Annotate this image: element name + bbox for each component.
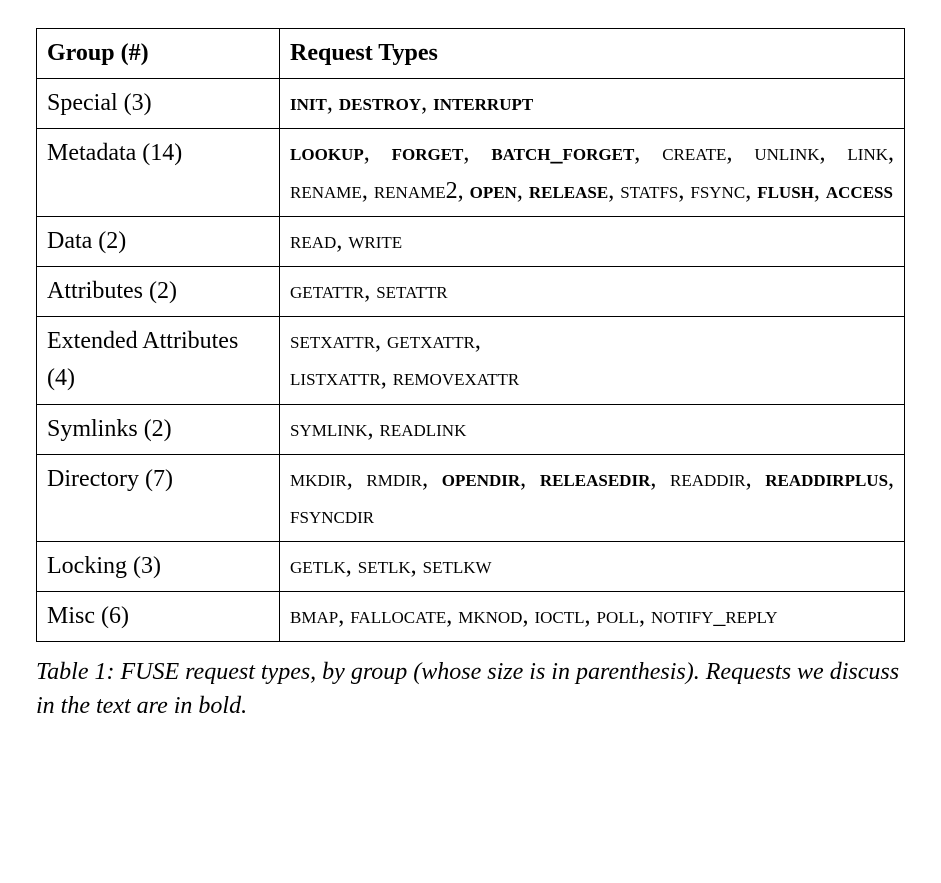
table-row: Symlinks (2)symlink, readlink (37, 404, 905, 454)
table-caption: Table 1: FUSE request types, by group (w… (36, 656, 905, 723)
fuse-request-types-table: Group (#) Request Types Special (3)init,… (36, 28, 905, 642)
header-group: Group (#) (37, 29, 280, 79)
types-cell: lookup, forget, batch_forget, create, un… (280, 129, 905, 216)
table-row: Directory (7)mkdir, rmdir, opendir, rele… (37, 454, 905, 541)
types-cell: init, destroy, interrupt (280, 79, 905, 129)
header-types: Request Types (280, 29, 905, 79)
table-body: Special (3)init, destroy, interruptMetad… (37, 79, 905, 642)
group-cell: Attributes (2) (37, 266, 280, 316)
table-row: Attributes (2)getattr, setattr (37, 266, 905, 316)
table-row: Special (3)init, destroy, interrupt (37, 79, 905, 129)
group-cell: Directory (7) (37, 454, 280, 541)
group-cell: Extended Attributes (4) (37, 317, 280, 404)
group-cell: Locking (3) (37, 542, 280, 592)
types-cell: getattr, setattr (280, 266, 905, 316)
table-row: Misc (6)bmap, fallocate, mknod, ioctl, p… (37, 592, 905, 642)
table-row: Data (2)read, write (37, 216, 905, 266)
types-cell: setxattr, getxattr, listxattr, removexat… (280, 317, 905, 404)
group-cell: Special (3) (37, 79, 280, 129)
table-header-row: Group (#) Request Types (37, 29, 905, 79)
types-cell: bmap, fallocate, mknod, ioctl, poll, not… (280, 592, 905, 642)
types-cell: read, write (280, 216, 905, 266)
table-row: Locking (3)getlk, setlk, setlkw (37, 542, 905, 592)
group-cell: Data (2) (37, 216, 280, 266)
group-cell: Misc (6) (37, 592, 280, 642)
types-cell: mkdir, rmdir, opendir, releasedir, readd… (280, 454, 905, 541)
table-row: Metadata (14)lookup, forget, batch_forge… (37, 129, 905, 216)
types-cell: getlk, setlk, setlkw (280, 542, 905, 592)
group-cell: Symlinks (2) (37, 404, 280, 454)
types-cell: symlink, readlink (280, 404, 905, 454)
group-cell: Metadata (14) (37, 129, 280, 216)
table-row: Extended Attributes (4)setxattr, getxatt… (37, 317, 905, 404)
